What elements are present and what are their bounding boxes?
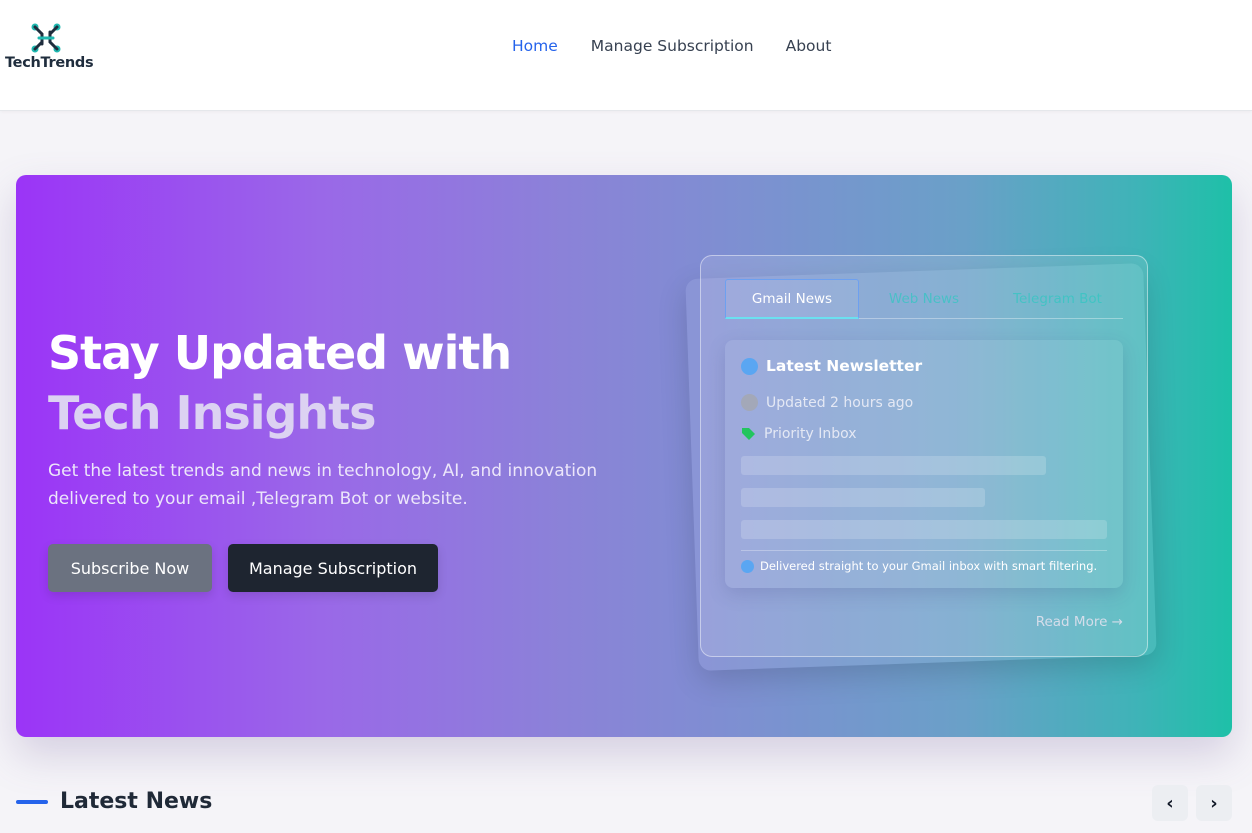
tab-gmail-news[interactable]: Gmail News (725, 279, 859, 319)
subscribe-now-button[interactable]: Subscribe Now (48, 544, 212, 592)
tag-row: Priority Inbox (741, 426, 857, 442)
envelope-icon (741, 357, 758, 375)
section-accent-bar (16, 800, 48, 804)
placeholder-line (741, 520, 1107, 539)
chevron-left-icon: ‹ (1166, 792, 1174, 814)
next-news-button[interactable]: › (1196, 785, 1232, 821)
logo[interactable]: TechTrends (5, 22, 95, 74)
placeholder-line (741, 456, 1046, 475)
hero-banner: Stay Updated with Tech Insights Get the … (16, 175, 1232, 737)
nav-home[interactable]: Home (512, 37, 558, 55)
card-tabs: Gmail News Web News Telegram Bot (725, 279, 1123, 319)
prev-news-button[interactable]: ‹ (1152, 785, 1188, 821)
hero-title-line2: Tech Insights (48, 386, 377, 440)
placeholder-line (741, 488, 985, 507)
newsletter-title: Latest Newsletter (741, 357, 922, 375)
logo-icon (31, 23, 61, 53)
hero-description: Get the latest trends and news in techno… (48, 461, 598, 509)
clock-icon (741, 394, 758, 411)
updated-row: Updated 2 hours ago (741, 394, 913, 411)
tab-telegram-bot[interactable]: Telegram Bot (1010, 279, 1105, 319)
site-header: TechTrends Home Manage Subscription Abou… (0, 0, 1252, 111)
tab-web-news[interactable]: Web News (887, 279, 961, 319)
nav-manage-subscription[interactable]: Manage Subscription (591, 37, 754, 55)
mail-icon (741, 559, 754, 573)
chevron-right-icon: › (1210, 792, 1218, 814)
newsletter-preview-card: Gmail News Web News Telegram Bot Latest … (700, 255, 1148, 657)
latest-news-heading: Latest News (60, 789, 213, 814)
hero-title-line1: Stay Updated with (48, 326, 512, 380)
divider (741, 550, 1107, 551)
nav-about[interactable]: About (786, 37, 832, 55)
updated-text: Updated 2 hours ago (766, 394, 914, 411)
delivery-note: Delivered straight to your Gmail inbox w… (741, 559, 1097, 573)
delivery-note-text: Delivered straight to your Gmail inbox w… (760, 559, 1098, 573)
hero-title: Stay Updated with Tech Insights (48, 323, 512, 443)
tag-icon (742, 428, 755, 440)
manage-subscription-button[interactable]: Manage Subscription (228, 544, 438, 592)
read-more-link[interactable]: Read More → (1036, 614, 1123, 630)
brand-name: TechTrends (5, 55, 94, 71)
newsletter-panel: Latest Newsletter Updated 2 hours ago Pr… (725, 340, 1123, 588)
newsletter-title-text: Latest Newsletter (766, 357, 923, 375)
main-nav: Home Manage Subscription About (512, 37, 831, 55)
tag-text: Priority Inbox (764, 426, 857, 442)
